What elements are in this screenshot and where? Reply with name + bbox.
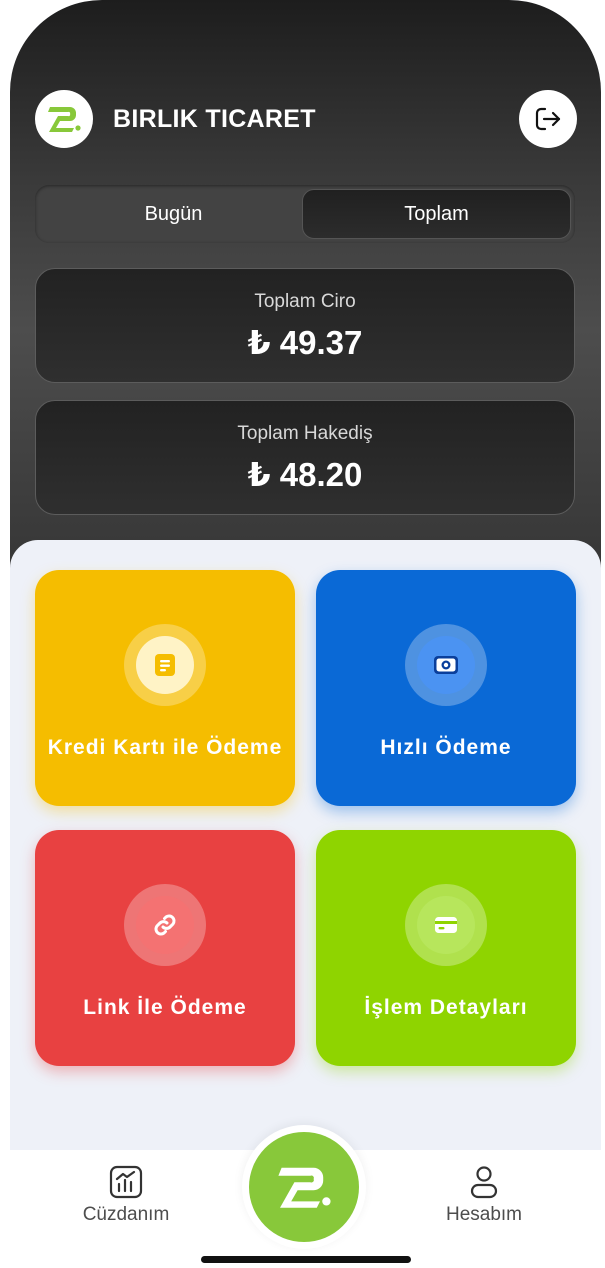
document-icon <box>155 654 175 676</box>
transaction-details-label: İşlem Detayları <box>364 996 528 1019</box>
card-icon-ring <box>405 884 487 966</box>
nav-account-label: Hesabım <box>445 1204 523 1225</box>
company-name: BIRLIK TICARET <box>113 105 316 133</box>
camera-icon-bg <box>417 636 475 694</box>
link-icon-ring <box>124 884 206 966</box>
user-icon <box>470 1166 498 1199</box>
document-icon-ring <box>124 624 206 706</box>
transaction-details-tile[interactable]: İşlem Detayları <box>316 830 576 1066</box>
quick-payment-label: Hızlı Ödeme <box>380 736 512 759</box>
tab-today[interactable]: Bugün <box>39 189 308 239</box>
nav-wallet-label: Cüzdanım <box>82 1204 170 1225</box>
link-icon-bg <box>136 896 194 954</box>
nav-account[interactable]: Hesabım <box>414 1164 554 1226</box>
phone-screen: BIRLIK TICARET Bugün Toplam Toplam Ciro … <box>10 0 601 1268</box>
app-logo-icon <box>35 90 93 148</box>
camera-icon-ring <box>405 624 487 706</box>
credit-card-payment-tile[interactable]: Kredi Kartı ile Ödeme <box>35 570 295 806</box>
tab-total[interactable]: Toplam <box>302 189 571 239</box>
card-icon <box>435 917 457 933</box>
total-revenue-card: Toplam Ciro ₺ 49.37 <box>35 268 575 383</box>
app-logo-icon <box>278 1167 331 1208</box>
link-payment-tile[interactable]: Link İle Ödeme <box>35 830 295 1066</box>
quick-payment-tile[interactable]: Hızlı Ödeme <box>316 570 576 806</box>
home-center-button[interactable] <box>242 1125 366 1249</box>
total-revenue-value: ₺ 49.37 <box>247 324 363 361</box>
link-icon <box>154 914 176 936</box>
home-indicator <box>201 1256 411 1263</box>
credit-card-payment-label: Kredi Kartı ile Ödeme <box>47 736 283 759</box>
card-icon-bg <box>417 896 475 954</box>
total-revenue-label: Toplam Ciro <box>254 291 356 312</box>
period-selector: Bugün Toplam <box>35 185 575 243</box>
document-icon-bg <box>136 636 194 694</box>
app-header: BIRLIK TICARET <box>35 90 577 148</box>
dashboard-header-area: BIRLIK TICARET Bugün Toplam Toplam Ciro … <box>10 0 601 600</box>
logout-arrow-icon <box>535 107 561 131</box>
wallet-chart-icon <box>109 1165 143 1199</box>
link-payment-label: Link İle Ödeme <box>83 996 247 1019</box>
logout-button[interactable] <box>519 90 577 148</box>
center-button-bg <box>249 1132 359 1242</box>
total-earnings-value: ₺ 48.20 <box>247 456 363 493</box>
total-earnings-label: Toplam Hakediş <box>237 423 373 444</box>
camera-icon <box>434 656 458 674</box>
nav-wallet[interactable]: Cüzdanım <box>56 1164 196 1226</box>
total-earnings-card: Toplam Hakediş ₺ 48.20 <box>35 400 575 515</box>
